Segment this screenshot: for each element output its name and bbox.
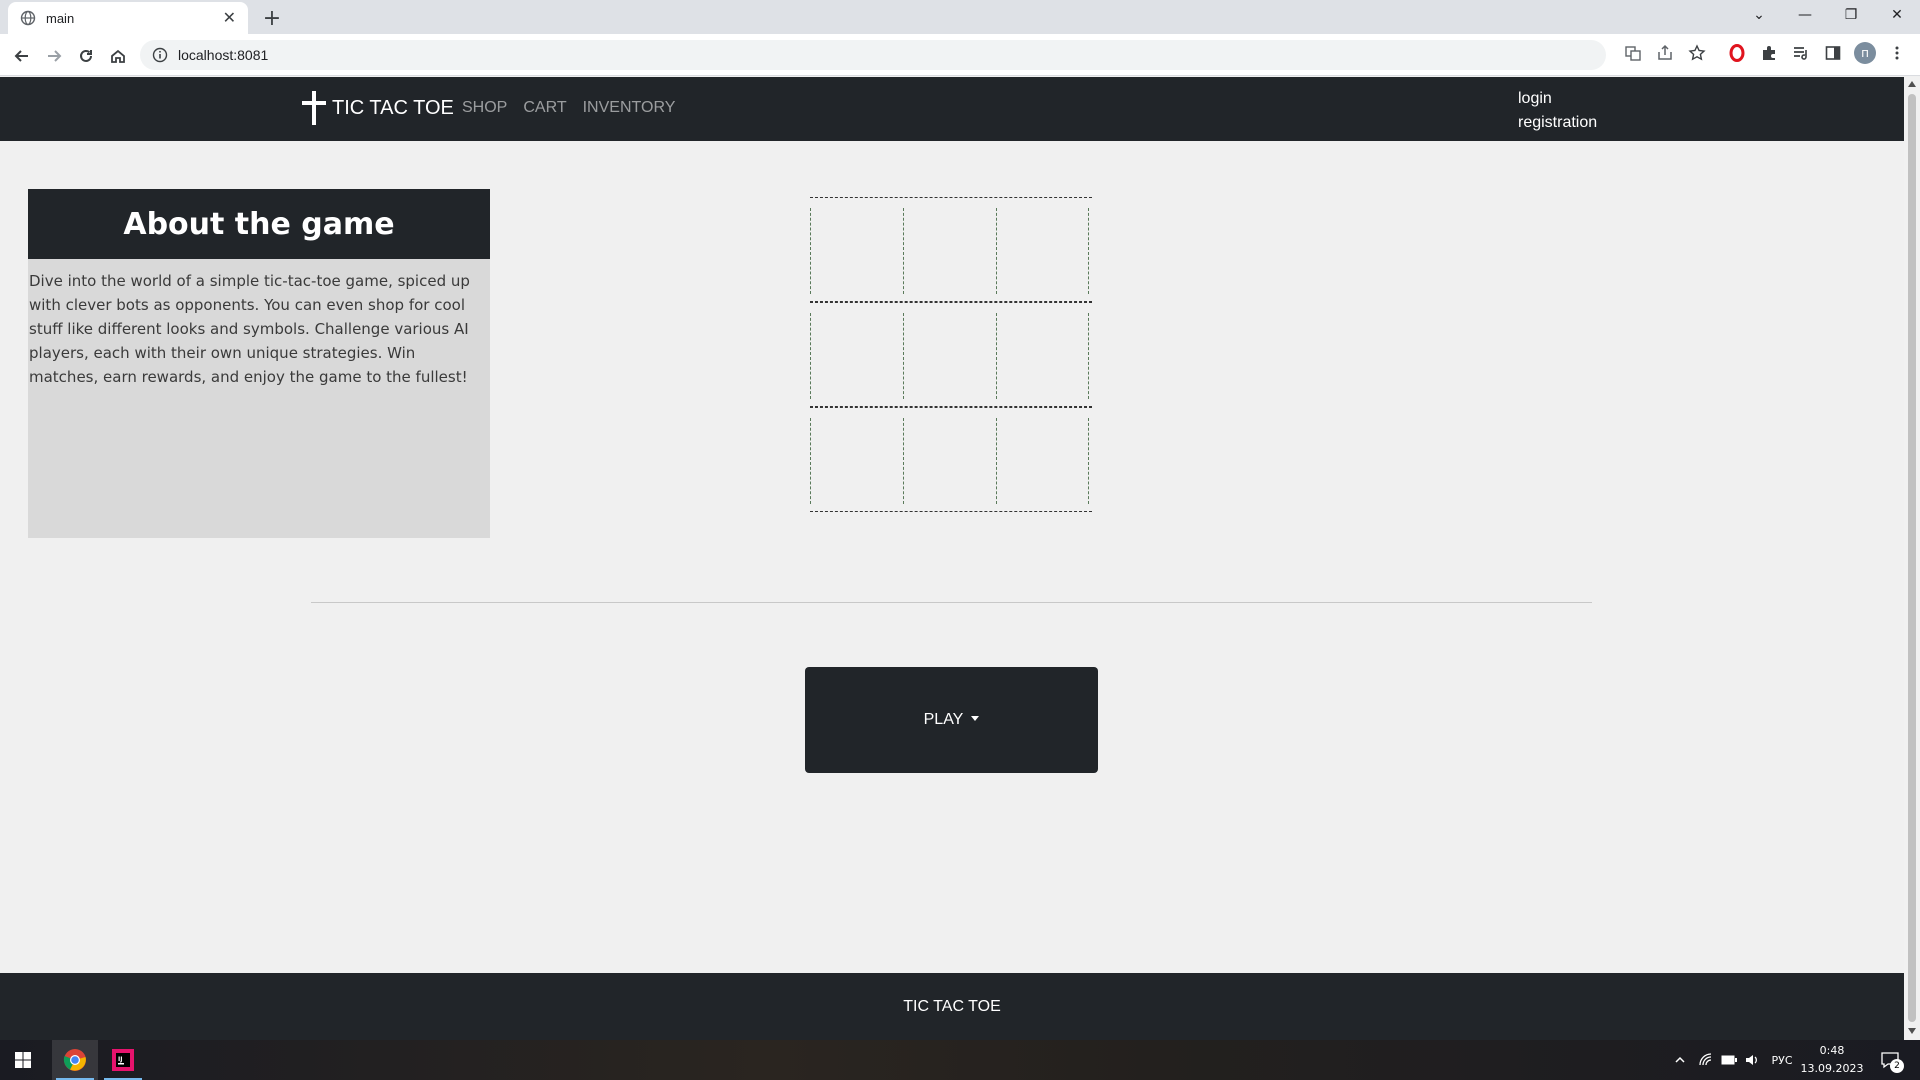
board-cell[interactable] — [903, 418, 996, 504]
nav-shop[interactable]: SHOP — [462, 99, 507, 117]
reload-icon[interactable] — [72, 42, 100, 70]
board-row — [810, 197, 1092, 302]
scroll-down-icon[interactable] — [1908, 1028, 1916, 1034]
menu-icon[interactable] — [1886, 42, 1908, 64]
taskbar-chrome[interactable] — [52, 1040, 98, 1080]
brand-link[interactable]: TIC TAC TOE — [302, 91, 454, 125]
page-viewport: TIC TAC TOE SHOP CART INVENTORY login re… — [0, 77, 1904, 1040]
footer-text: TIC TAC TOE — [903, 997, 1001, 1015]
site-navbar: TIC TAC TOE SHOP CART INVENTORY login re… — [0, 77, 1904, 141]
page-scrollbar[interactable] — [1904, 77, 1920, 1040]
scroll-thumb[interactable] — [1908, 94, 1916, 1022]
browser-tab-bar: main ✕ + ⌄ — ❐ ✕ — [0, 0, 1920, 34]
auth-links: login registration — [1518, 87, 1597, 135]
start-button[interactable] — [0, 1040, 46, 1080]
window-close-button[interactable]: ✕ — [1874, 0, 1920, 30]
about-text: Dive into the world of a simple tic-tac-… — [29, 272, 470, 386]
restore-button[interactable]: ❐ — [1828, 0, 1874, 30]
about-title: About the game — [123, 206, 395, 242]
tray-chevron-icon[interactable] — [1670, 1040, 1690, 1080]
new-tab-button[interactable]: + — [258, 4, 286, 32]
registration-link[interactable]: registration — [1518, 111, 1597, 135]
share-icon[interactable] — [1654, 42, 1676, 64]
about-header: About the game — [28, 189, 490, 259]
browser-tab[interactable]: main ✕ — [8, 2, 248, 34]
minimize-button[interactable]: — — [1782, 0, 1828, 30]
svg-text:IJ: IJ — [118, 1056, 122, 1063]
cross-logo-icon — [302, 91, 326, 125]
back-icon[interactable] — [8, 42, 36, 70]
chrome-icon — [63, 1049, 86, 1071]
about-panel: About the game Dive into the world of a … — [28, 189, 490, 538]
play-dropdown-button[interactable]: PLAY — [805, 667, 1098, 773]
info-icon[interactable] — [152, 47, 168, 63]
taskbar-intellij[interactable]: IJ — [100, 1040, 146, 1080]
windows-icon — [15, 1052, 31, 1068]
board-row — [810, 302, 1092, 407]
board-cell[interactable] — [996, 313, 1089, 399]
notifications-button[interactable]: 2 — [1870, 1040, 1910, 1080]
opera-icon[interactable] — [1726, 42, 1748, 64]
url-text: localhost:8081 — [178, 47, 269, 63]
tab-search-icon[interactable]: ⌄ — [1736, 0, 1782, 30]
play-label: PLAY — [923, 711, 964, 728]
intellij-icon: IJ — [112, 1049, 134, 1071]
reading-list-icon[interactable] — [1790, 42, 1812, 64]
network-icon[interactable] — [1696, 1040, 1716, 1080]
caret-down-icon — [971, 716, 980, 721]
address-bar[interactable]: localhost:8081 — [140, 40, 1606, 70]
clock-date: 13.09.2023 — [1800, 1062, 1864, 1075]
board-cell[interactable] — [810, 418, 903, 504]
language-text: РУС — [1771, 1053, 1793, 1067]
translate-icon[interactable] — [1622, 42, 1644, 64]
scroll-up-icon[interactable] — [1908, 81, 1916, 87]
board-cell[interactable] — [810, 313, 903, 399]
nav-cart[interactable]: CART — [523, 99, 566, 117]
site-footer: TIC TAC TOE — [0, 973, 1904, 1040]
close-icon[interactable]: ✕ — [223, 10, 236, 26]
board-cell[interactable] — [903, 313, 996, 399]
section-divider — [311, 602, 1592, 603]
home-icon[interactable] — [104, 42, 132, 70]
board-cell[interactable] — [996, 418, 1089, 504]
tab-title: main — [46, 10, 75, 26]
language-indicator[interactable]: РУС — [1766, 1040, 1798, 1080]
board-cell[interactable] — [810, 208, 903, 294]
brand-text: TIC TAC TOE — [332, 96, 454, 119]
board-cell[interactable] — [903, 208, 996, 294]
star-icon[interactable] — [1686, 42, 1708, 64]
extensions-icon[interactable] — [1758, 42, 1780, 64]
side-panel-icon[interactable] — [1822, 42, 1844, 64]
forward-icon[interactable] — [40, 42, 68, 70]
globe-icon — [20, 10, 36, 26]
nav-inventory[interactable]: INVENTORY — [583, 99, 676, 117]
profile-avatar[interactable]: п — [1854, 42, 1876, 64]
nav-links: SHOP CART INVENTORY — [462, 99, 675, 117]
game-board — [810, 197, 1092, 514]
clock-time: 0:48 — [1819, 1044, 1845, 1057]
volume-icon[interactable] — [1742, 1040, 1762, 1080]
taskbar-clock[interactable]: 0:48 13.09.2023 — [1800, 1042, 1864, 1078]
board-cell[interactable] — [996, 208, 1089, 294]
windows-taskbar: IJ РУС 0:48 13.09.2023 2 — [0, 1040, 1920, 1080]
board-row — [810, 407, 1092, 512]
notification-count: 2 — [1890, 1059, 1904, 1073]
profile-initial: п — [1854, 42, 1876, 64]
login-link[interactable]: login — [1518, 87, 1597, 111]
browser-toolbar: localhost:8081 п — [0, 34, 1920, 76]
battery-icon[interactable] — [1718, 1040, 1740, 1080]
